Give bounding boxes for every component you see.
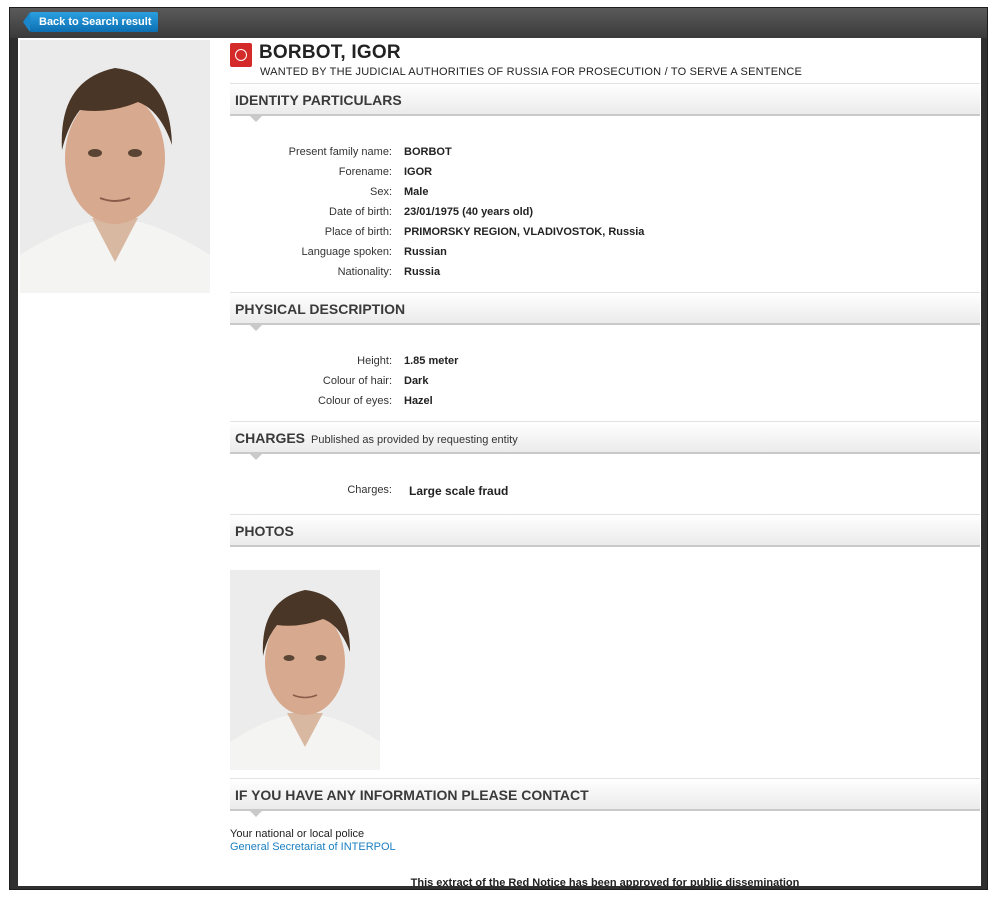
field-label: Present family name: xyxy=(288,146,392,158)
physical-section-header: PHYSICAL DESCRIPTION xyxy=(230,292,980,331)
notice-content: BORBOT, IGOR WANTED BY THE JUDICIAL AUTH… xyxy=(18,38,981,889)
field-value: 23/01/1975 (40 years old) xyxy=(404,206,534,218)
back-to-search-button[interactable]: Back to Search result xyxy=(23,12,158,32)
dissemination-footer: This extract of the Red Notice has been … xyxy=(410,877,800,889)
field-label: Nationality: xyxy=(337,266,392,278)
section-notch-icon xyxy=(250,325,262,331)
identity-section-header: IDENTITY PARTICULARS xyxy=(230,83,980,122)
charges-title-text: CHARGES xyxy=(235,430,306,446)
interpol-contact-link[interactable]: General Secretariat of INTERPOL xyxy=(230,841,396,853)
identity-row: Language spoken: Russian xyxy=(230,246,980,266)
identity-row: Sex: Male xyxy=(230,186,980,206)
top-bar: Back to Search result xyxy=(10,8,987,38)
field-value: Hazel xyxy=(404,395,433,407)
section-notch-icon xyxy=(250,454,262,460)
field-value: Male xyxy=(404,186,429,198)
interpol-logo xyxy=(230,43,252,67)
section-notch-icon xyxy=(250,116,262,122)
field-label: Sex: xyxy=(369,186,392,198)
photo-thumbnail[interactable] xyxy=(230,570,380,770)
charges-value: Large scale fraud xyxy=(409,484,509,498)
field-label: Colour of hair: xyxy=(322,375,392,387)
identity-row: Place of birth: PRIMORSKY REGION, VLADIV… xyxy=(230,226,980,246)
person-name: BORBOT, IGOR xyxy=(259,42,401,63)
field-value: 1.85 meter xyxy=(404,355,459,367)
field-value: IGOR xyxy=(404,166,433,178)
charges-section-title: CHARGES Published as provided by requesti… xyxy=(235,430,518,446)
notice-frame: Back to Search result BORBOT, IGOR WANTE… xyxy=(9,7,988,890)
contact-section-title: IF YOU HAVE ANY INFORMATION PLEASE CONTA… xyxy=(235,787,589,803)
identity-row: Present family name: BORBOT xyxy=(230,146,980,166)
contact-section-header: IF YOU HAVE ANY INFORMATION PLEASE CONTA… xyxy=(230,778,980,817)
physical-row: Colour of eyes: Hazel xyxy=(230,395,980,415)
physical-row: Height: 1.85 meter xyxy=(230,355,980,375)
field-label: Language spoken: xyxy=(301,246,392,258)
field-label: Date of birth: xyxy=(329,206,392,218)
charges-subtitle: Published as provided by requesting enti… xyxy=(311,434,518,446)
field-value: Russia xyxy=(404,266,441,278)
photos-section-title: PHOTOS xyxy=(235,523,294,539)
field-label: Height: xyxy=(357,355,392,367)
photos-section-header: PHOTOS xyxy=(230,514,980,547)
charges-section-header: CHARGES Published as provided by requesti… xyxy=(230,421,980,460)
identity-row: Date of birth: 23/01/1975 (40 years old) xyxy=(230,206,980,226)
wanted-subtitle: WANTED BY THE JUDICIAL AUTHORITIES OF RU… xyxy=(260,66,803,78)
charges-row: Charges: Large scale fraud xyxy=(230,484,980,504)
physical-section-title: PHYSICAL DESCRIPTION xyxy=(235,301,406,317)
field-value: Russian xyxy=(404,246,447,258)
identity-row: Forename: IGOR xyxy=(230,166,980,186)
contact-police-text: Your national or local police xyxy=(230,828,365,840)
field-label: Place of birth: xyxy=(324,226,392,238)
identity-section-title: IDENTITY PARTICULARS xyxy=(235,92,402,108)
charges-label: Charges: xyxy=(347,484,392,496)
main-portrait-photo xyxy=(20,40,210,293)
field-value: PRIMORSKY REGION, VLADIVOSTOK, Russia xyxy=(404,226,645,238)
field-label: Forename: xyxy=(338,166,392,178)
section-notch-icon xyxy=(250,811,262,817)
identity-row: Nationality: Russia xyxy=(230,266,980,286)
field-label: Colour of eyes: xyxy=(318,395,392,407)
field-value: BORBOT xyxy=(404,146,452,158)
physical-row: Colour of hair: Dark xyxy=(230,375,980,395)
field-value: Dark xyxy=(404,375,429,387)
